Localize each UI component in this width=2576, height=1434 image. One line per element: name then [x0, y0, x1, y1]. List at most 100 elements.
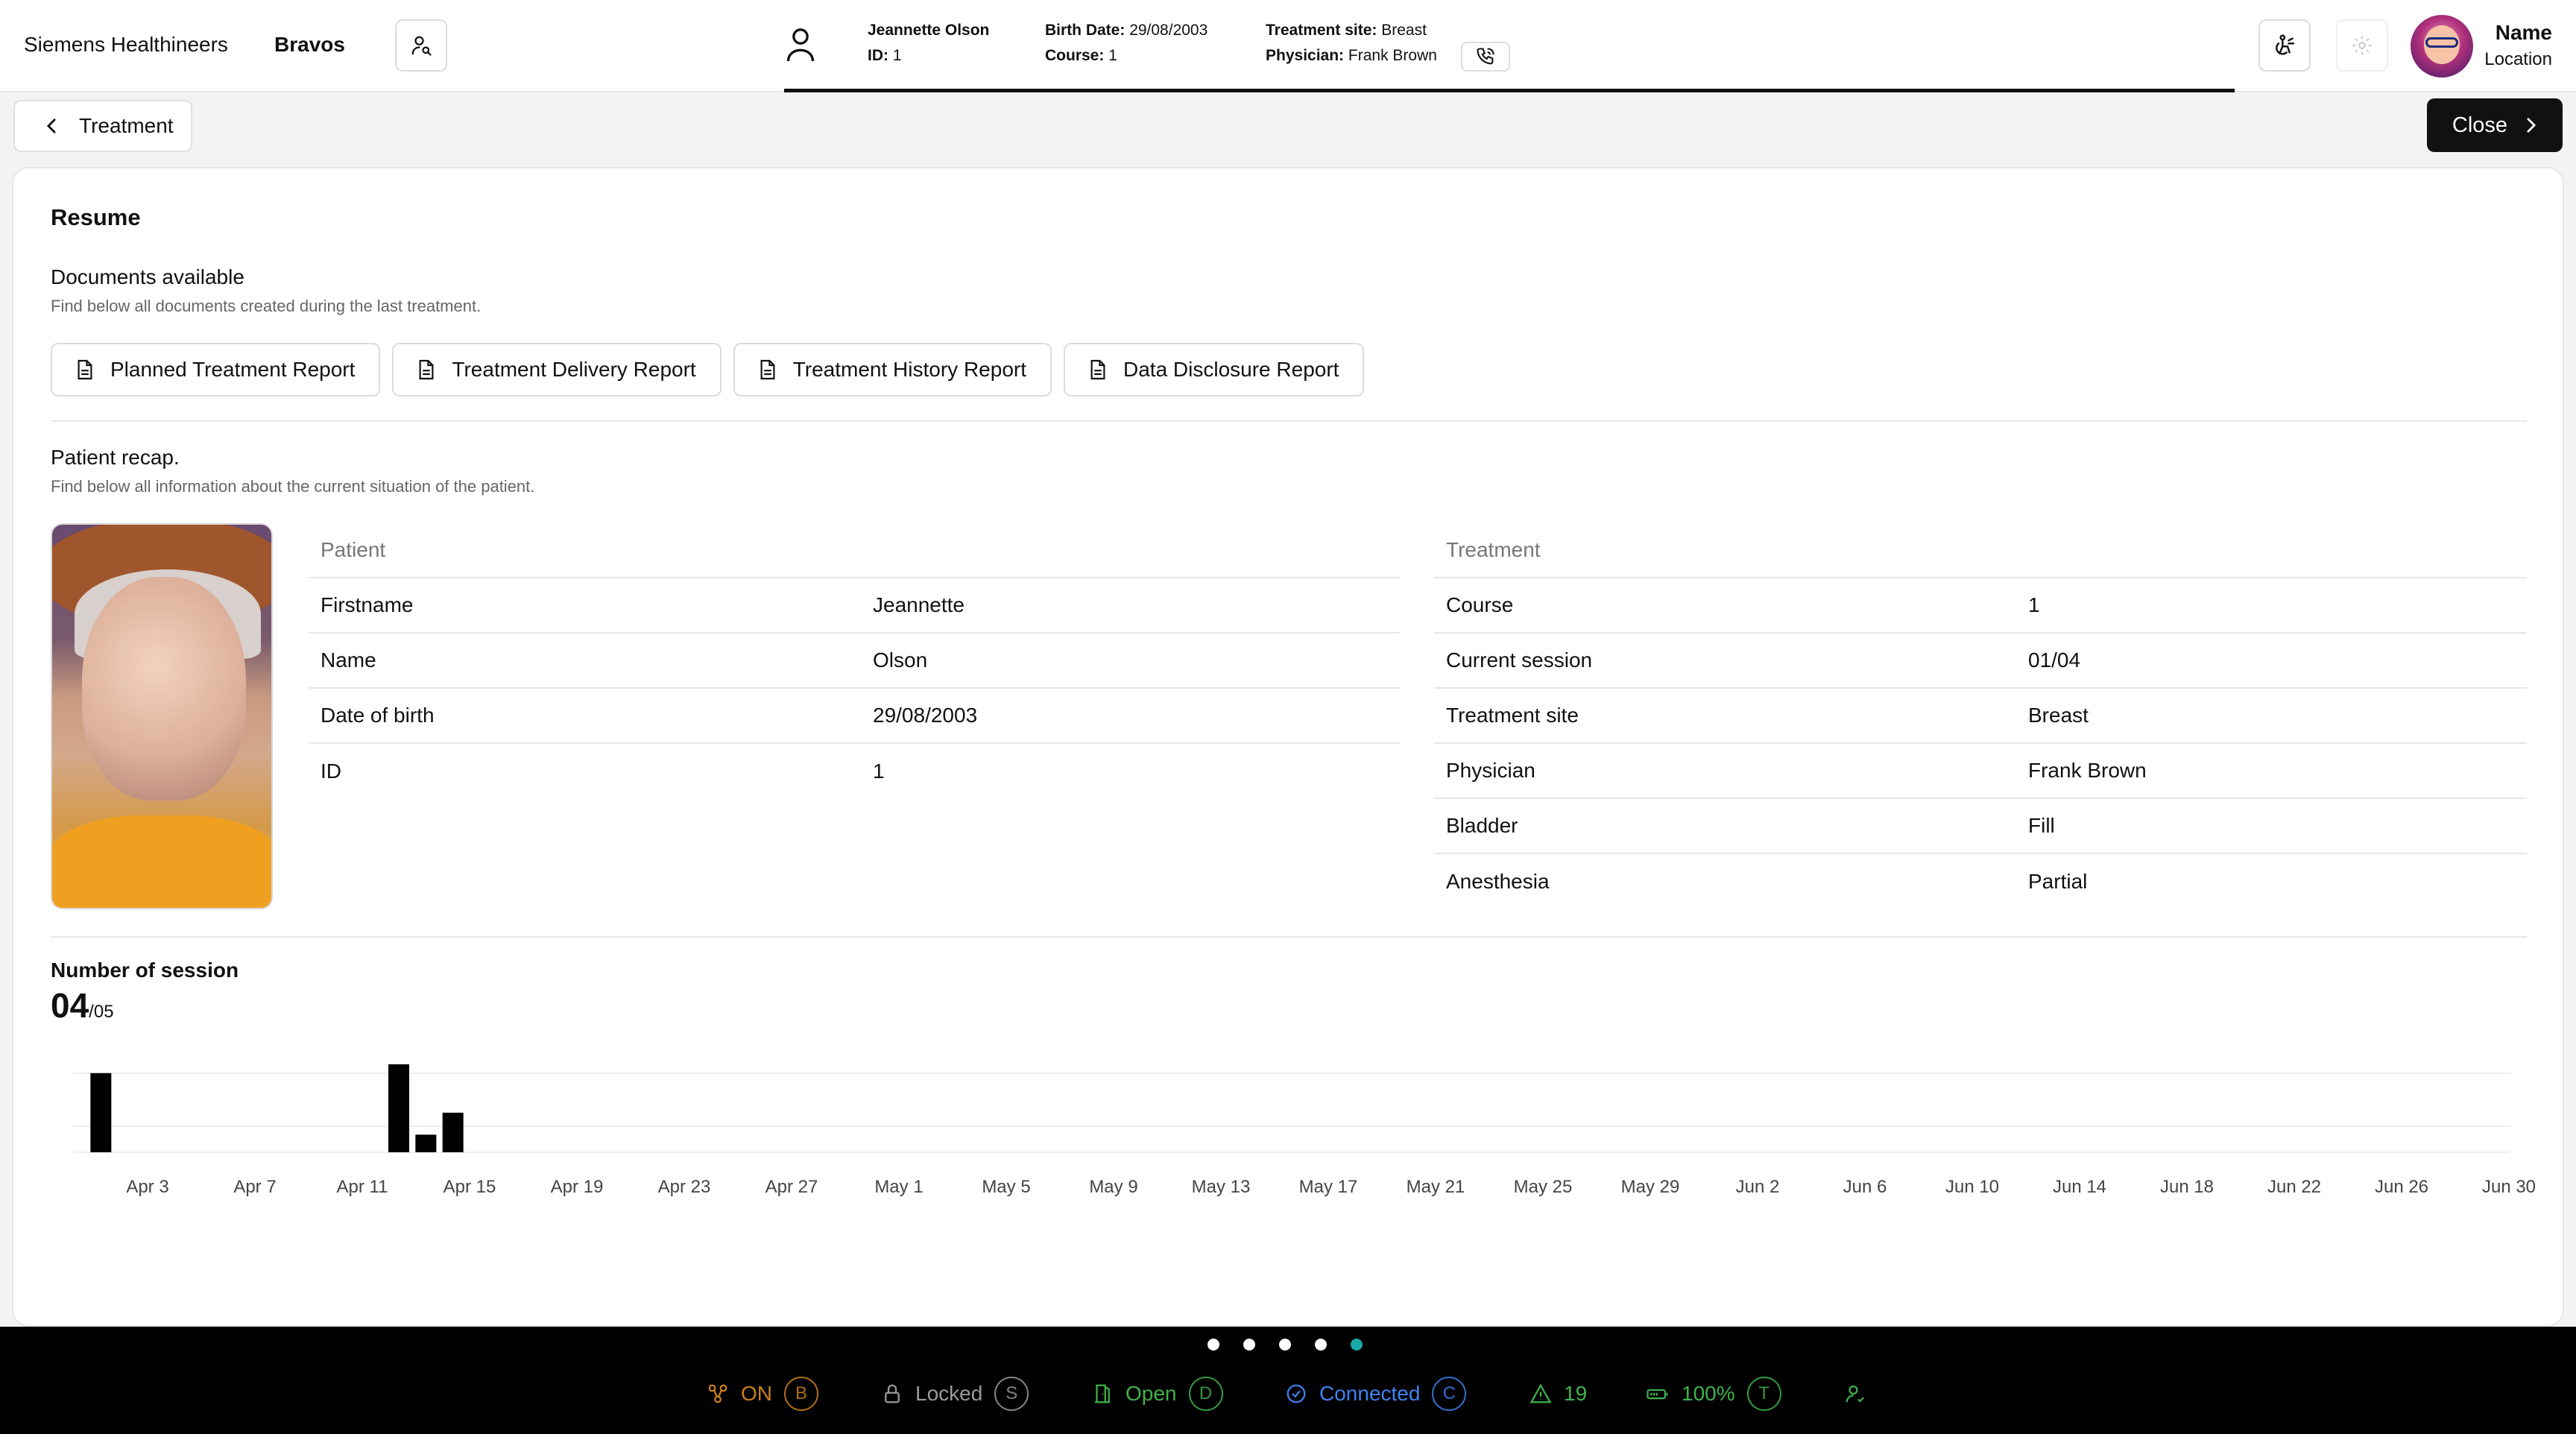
x-tick-label: Jun 6	[1843, 1177, 1887, 1197]
patient-birth-course: Birth Date: 29/08/2003 Course: 1	[1045, 18, 1208, 69]
chevron-right-icon	[2527, 118, 2536, 133]
accessibility-button[interactable]	[2258, 19, 2311, 72]
user-name: Name	[2495, 21, 2552, 44]
sessions-done: 04	[51, 986, 89, 1025]
check-circle-icon	[1287, 1384, 1306, 1403]
planned-treatment-report-button[interactable]: Planned Treatment Report	[51, 343, 381, 397]
page-dot[interactable]	[1208, 1339, 1219, 1351]
user-search-icon	[411, 36, 432, 56]
sessions-bar-chart: Apr 3 Apr 7 Apr 11 Apr 15 Apr 19 Apr 23 Apr 27…	[73, 1064, 2536, 1197]
sessions-title: Number of session	[51, 958, 239, 982]
top-bar: Siemens Healthineers Bravos Jeannette Ol…	[0, 0, 2576, 92]
status-power[interactable]: ON B	[707, 1374, 818, 1413]
sessions-count: 04/05	[51, 985, 114, 1026]
treatment-site-label: Treatment site:	[1266, 22, 1377, 39]
recap-description: Find below all information about the cur…	[51, 477, 535, 496]
status-battery[interactable]: 100% T	[1646, 1374, 1781, 1413]
x-tick-label: Jun 22	[2267, 1177, 2321, 1197]
close-button[interactable]: Close	[2427, 98, 2563, 152]
x-tick-label: May 21	[1407, 1177, 1465, 1197]
status-connection[interactable]: Connected C	[1285, 1374, 1467, 1413]
treatment-table: Treatment Course 1 Current session 01/04 T…	[1434, 523, 2527, 909]
user-location: Location	[2484, 49, 2552, 69]
page-indicator	[1208, 1339, 1363, 1351]
phone-call-icon	[1477, 48, 1494, 65]
close-button-label: Close	[2452, 113, 2508, 137]
x-tick-label: Jun 10	[1945, 1177, 1999, 1197]
recap-heading: Patient recap.	[51, 446, 180, 469]
x-tick-label: Jun 18	[2160, 1177, 2214, 1197]
table-row: Bladder Fill	[1434, 799, 2527, 854]
physician: Frank Brown	[1348, 47, 1437, 64]
data-disclosure-report-label: Data Disclosure Report	[1123, 358, 1339, 381]
x-tick-label: Jun 26	[2375, 1177, 2428, 1197]
status-warnings[interactable]: 19	[1530, 1374, 1587, 1413]
patient-search-button[interactable]	[395, 19, 447, 72]
x-tick-label: Jun 30	[2482, 1177, 2536, 1197]
page-dot[interactable]	[1243, 1339, 1255, 1351]
patient-name: Jeannette Olson	[868, 22, 990, 39]
table-row: Firstname Jeannette	[309, 578, 1400, 634]
back-button-label: Treatment	[79, 114, 174, 137]
row-value: Olson	[873, 648, 928, 672]
status-user[interactable]	[1844, 1374, 1866, 1413]
document-buttons: Planned Treatment Report Treatment Deliv…	[51, 343, 1365, 397]
x-tick-label: May 29	[1621, 1177, 1680, 1197]
birth-date-label: Birth Date:	[1045, 22, 1126, 39]
status-door[interactable]: Open D	[1091, 1374, 1223, 1413]
settings-button[interactable]	[2336, 19, 2388, 72]
planned-treatment-report-label: Planned Treatment Report	[110, 358, 356, 381]
x-tick-label: Apr 23	[658, 1177, 711, 1197]
row-value: Partial	[2028, 870, 2088, 893]
page-dot[interactable]	[1279, 1339, 1291, 1351]
status-connection-key: C	[1432, 1377, 1467, 1411]
row-value: Breast	[2028, 704, 2089, 727]
lock-icon	[885, 1384, 900, 1403]
status-connection-label: Connected	[1319, 1382, 1421, 1405]
table-row: Date of birth 29/08/2003	[309, 689, 1400, 744]
row-value: Jeannette	[873, 593, 965, 616]
row-key: Treatment site	[1446, 704, 1579, 727]
document-icon	[760, 359, 775, 380]
chevron-left-icon	[46, 119, 56, 133]
resume-card: Resume Documents available Find below al…	[12, 167, 2564, 1327]
page-dot[interactable]	[1351, 1339, 1363, 1351]
treatment-delivery-report-label: Treatment Delivery Report	[452, 358, 696, 381]
status-power-label: ON	[741, 1382, 772, 1405]
x-tick-label: Apr 19	[551, 1177, 604, 1197]
patient-site-physician: Treatment site: Breast Physician: Frank …	[1266, 18, 1437, 69]
table-row: Treatment site Breast	[1434, 689, 2527, 744]
course: 1	[1108, 47, 1117, 64]
patient-table-header: Patient	[309, 523, 1400, 578]
accessibility-icon	[2276, 34, 2295, 55]
x-tick-label: May 17	[1299, 1177, 1358, 1197]
data-disclosure-report-button[interactable]: Data Disclosure Report	[1064, 343, 1365, 397]
status-power-key: B	[784, 1377, 818, 1411]
row-key: ID	[321, 759, 341, 783]
status-lock[interactable]: Locked S	[881, 1374, 1029, 1413]
treatment-delivery-report-button[interactable]: Treatment Delivery Report	[392, 343, 722, 397]
row-key: Bladder	[1446, 814, 1518, 837]
person-icon	[786, 28, 815, 62]
x-tick-label: May 1	[874, 1177, 923, 1197]
document-icon	[78, 359, 92, 380]
table-row: Course 1	[1434, 578, 2527, 634]
status-bar: ON B Locked S Open D Connected C 19 100%…	[0, 1327, 2576, 1434]
divider	[51, 936, 2527, 938]
x-tick-label: Jun 2	[1736, 1177, 1780, 1197]
status-lock-key: S	[994, 1377, 1029, 1411]
x-tick-label: May 25	[1514, 1177, 1573, 1197]
status-battery-label: 100%	[1682, 1382, 1735, 1405]
treatment-history-report-label: Treatment History Report	[792, 358, 1026, 381]
patient-info-bar: Jeannette Olson ID: 1 Birth Date: 29/08/…	[784, 0, 2235, 92]
documents-description: Find below all documents created during …	[51, 297, 482, 315]
documents-heading: Documents available	[51, 265, 244, 288]
treatment-site: Breast	[1381, 22, 1427, 39]
birth-date: 29/08/2003	[1129, 22, 1208, 39]
page-dot[interactable]	[1315, 1339, 1327, 1351]
back-button[interactable]: Treatment	[13, 100, 192, 152]
treatment-history-report-button[interactable]: Treatment History Report	[733, 343, 1052, 397]
row-value: 1	[2028, 593, 2040, 616]
call-button[interactable]	[1461, 42, 1510, 72]
divider	[51, 420, 2527, 422]
